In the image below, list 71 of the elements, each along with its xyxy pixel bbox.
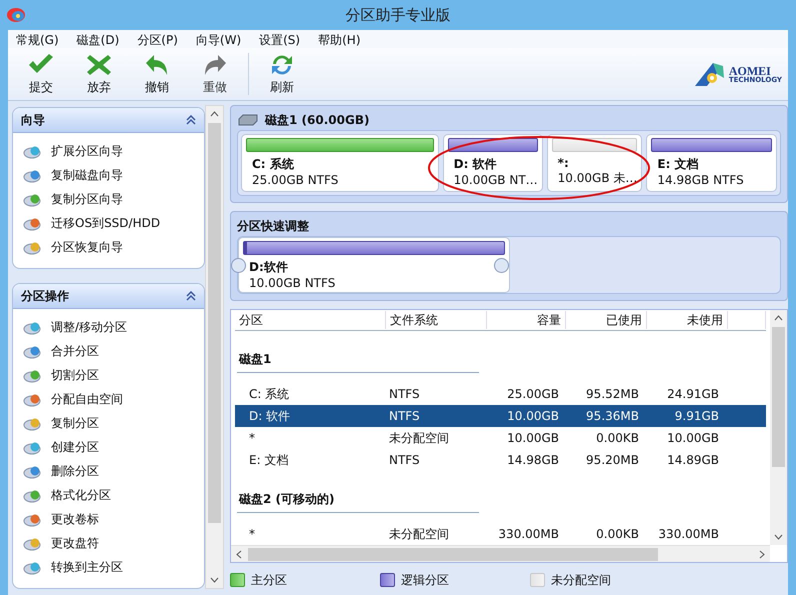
group-heading: 磁盘2 (可移动的)	[237, 491, 479, 513]
legend-label: 未分配空间	[551, 572, 611, 588]
column-header[interactable]: 容量	[487, 311, 566, 329]
partition-block[interactable]: C: 系统 25.00GB NTFS	[241, 134, 439, 192]
cross-icon	[85, 52, 113, 76]
table-row[interactable]: C: 系统 NTFS 25.00GB 95.52MB 24.91GB	[235, 383, 766, 405]
scroll-right-icon[interactable]	[757, 550, 766, 558]
partition-block[interactable]: D: 软件 10.00GB NT…	[442, 134, 543, 192]
menu-item[interactable]: 常规(G)	[12, 30, 67, 48]
menu-item[interactable]: 磁盘(D)	[72, 30, 128, 48]
sidebar-item[interactable]: 扩展分区向导	[23, 139, 204, 163]
partition-block[interactable]: E: 文档 14.98GB NTFS	[646, 134, 777, 192]
table-row[interactable]: D: 软件 NTFS 10.00GB 95.36MB 9.91GB	[235, 405, 766, 427]
partition-block[interactable]: D:软件 10.00GB NTFS	[238, 237, 510, 293]
legend-label: 逻辑分区	[401, 572, 449, 588]
logo-icon	[692, 60, 727, 88]
column-header[interactable]: 分区	[235, 311, 386, 329]
sidebar-item[interactable]: 分配自由空间	[23, 387, 204, 412]
scroll-down-icon[interactable]	[210, 575, 219, 584]
sidebar-item[interactable]: 复制磁盘向导	[23, 163, 204, 187]
menu-item[interactable]: 设置(S)	[255, 30, 308, 48]
group-heading: 磁盘1	[237, 351, 479, 373]
table-row[interactable]: E: 文档 NTFS 14.98GB 95.20MB 14.89GB	[235, 449, 766, 471]
sidebar-item[interactable]: 切割分区	[23, 363, 204, 388]
menu-item[interactable]: 帮助(H)	[314, 30, 368, 48]
sidebar-item[interactable]: 更改卷标	[23, 507, 204, 532]
legend-swatch	[530, 573, 545, 587]
column-header[interactable]: 未使用	[647, 311, 728, 329]
scroll-down-icon[interactable]	[774, 532, 783, 541]
sidebar-item[interactable]: 格式化分区	[23, 483, 204, 508]
collapse-icon[interactable]	[186, 291, 196, 302]
sidebar-item[interactable]: 创建分区	[23, 435, 204, 460]
toolbar-button[interactable]: 放弃	[70, 50, 128, 98]
scroll-up-icon[interactable]	[774, 314, 783, 323]
sidebar-item[interactable]: 转换到主分区	[23, 555, 204, 580]
sidebar-item[interactable]: 删除分区	[23, 459, 204, 484]
hard-drive-icon	[237, 114, 259, 126]
window-title: 分区助手专业版	[346, 6, 450, 24]
collapse-icon[interactable]	[186, 115, 196, 125]
disk-title: 磁盘1 (60.00GB)	[265, 112, 370, 128]
toolbar-button[interactable]: 撤销	[128, 50, 186, 98]
sidebar-item[interactable]: 更改盘符	[23, 531, 204, 556]
legend-swatch	[230, 573, 245, 587]
column-header[interactable]: 已使用	[566, 311, 647, 329]
scrollbar[interactable]	[770, 310, 787, 545]
scrollbar[interactable]	[231, 545, 770, 562]
sidebar-item[interactable]: 合并分区	[23, 339, 204, 364]
app-icon	[6, 7, 26, 23]
panel-title: 向导	[21, 112, 45, 128]
sidebar-item[interactable]: 调整/移动分区	[23, 315, 204, 340]
sidebar-item[interactable]: 复制分区	[23, 411, 204, 436]
panel-title: 分区操作	[21, 288, 69, 305]
panel-title: 分区快速调整	[237, 218, 309, 234]
scrollbar[interactable]	[205, 105, 224, 589]
scroll-left-icon[interactable]	[235, 550, 244, 558]
table-row[interactable]: * 未分配空间 330.00MB 0.00KB 330.00MB	[235, 523, 766, 545]
table-row[interactable]: * 未分配空间 10.00GB 0.00KB 10.00GB	[235, 427, 766, 449]
logo-name: AOMEI	[728, 64, 771, 76]
legend-swatch	[380, 573, 395, 587]
menu-item[interactable]: 向导(W)	[192, 30, 250, 48]
scroll-up-icon[interactable]	[210, 110, 219, 119]
sidebar-item[interactable]: 复制分区向导	[23, 187, 204, 211]
sidebar-item[interactable]: 分区恢复向导	[23, 235, 204, 259]
column-header[interactable]: 文件系统	[386, 311, 487, 329]
legend-label: 主分区	[251, 572, 287, 588]
toolbar-button[interactable]: 刷新	[253, 50, 311, 98]
resize-handle[interactable]	[231, 258, 246, 273]
partition-block[interactable]: *: 10.00GB 未…	[546, 134, 642, 192]
toolbar-button[interactable]: 提交	[12, 50, 70, 98]
menu-item[interactable]: 分区(P)	[133, 30, 186, 48]
sidebar-item[interactable]: 迁移OS到SSD/HDD	[23, 211, 204, 235]
